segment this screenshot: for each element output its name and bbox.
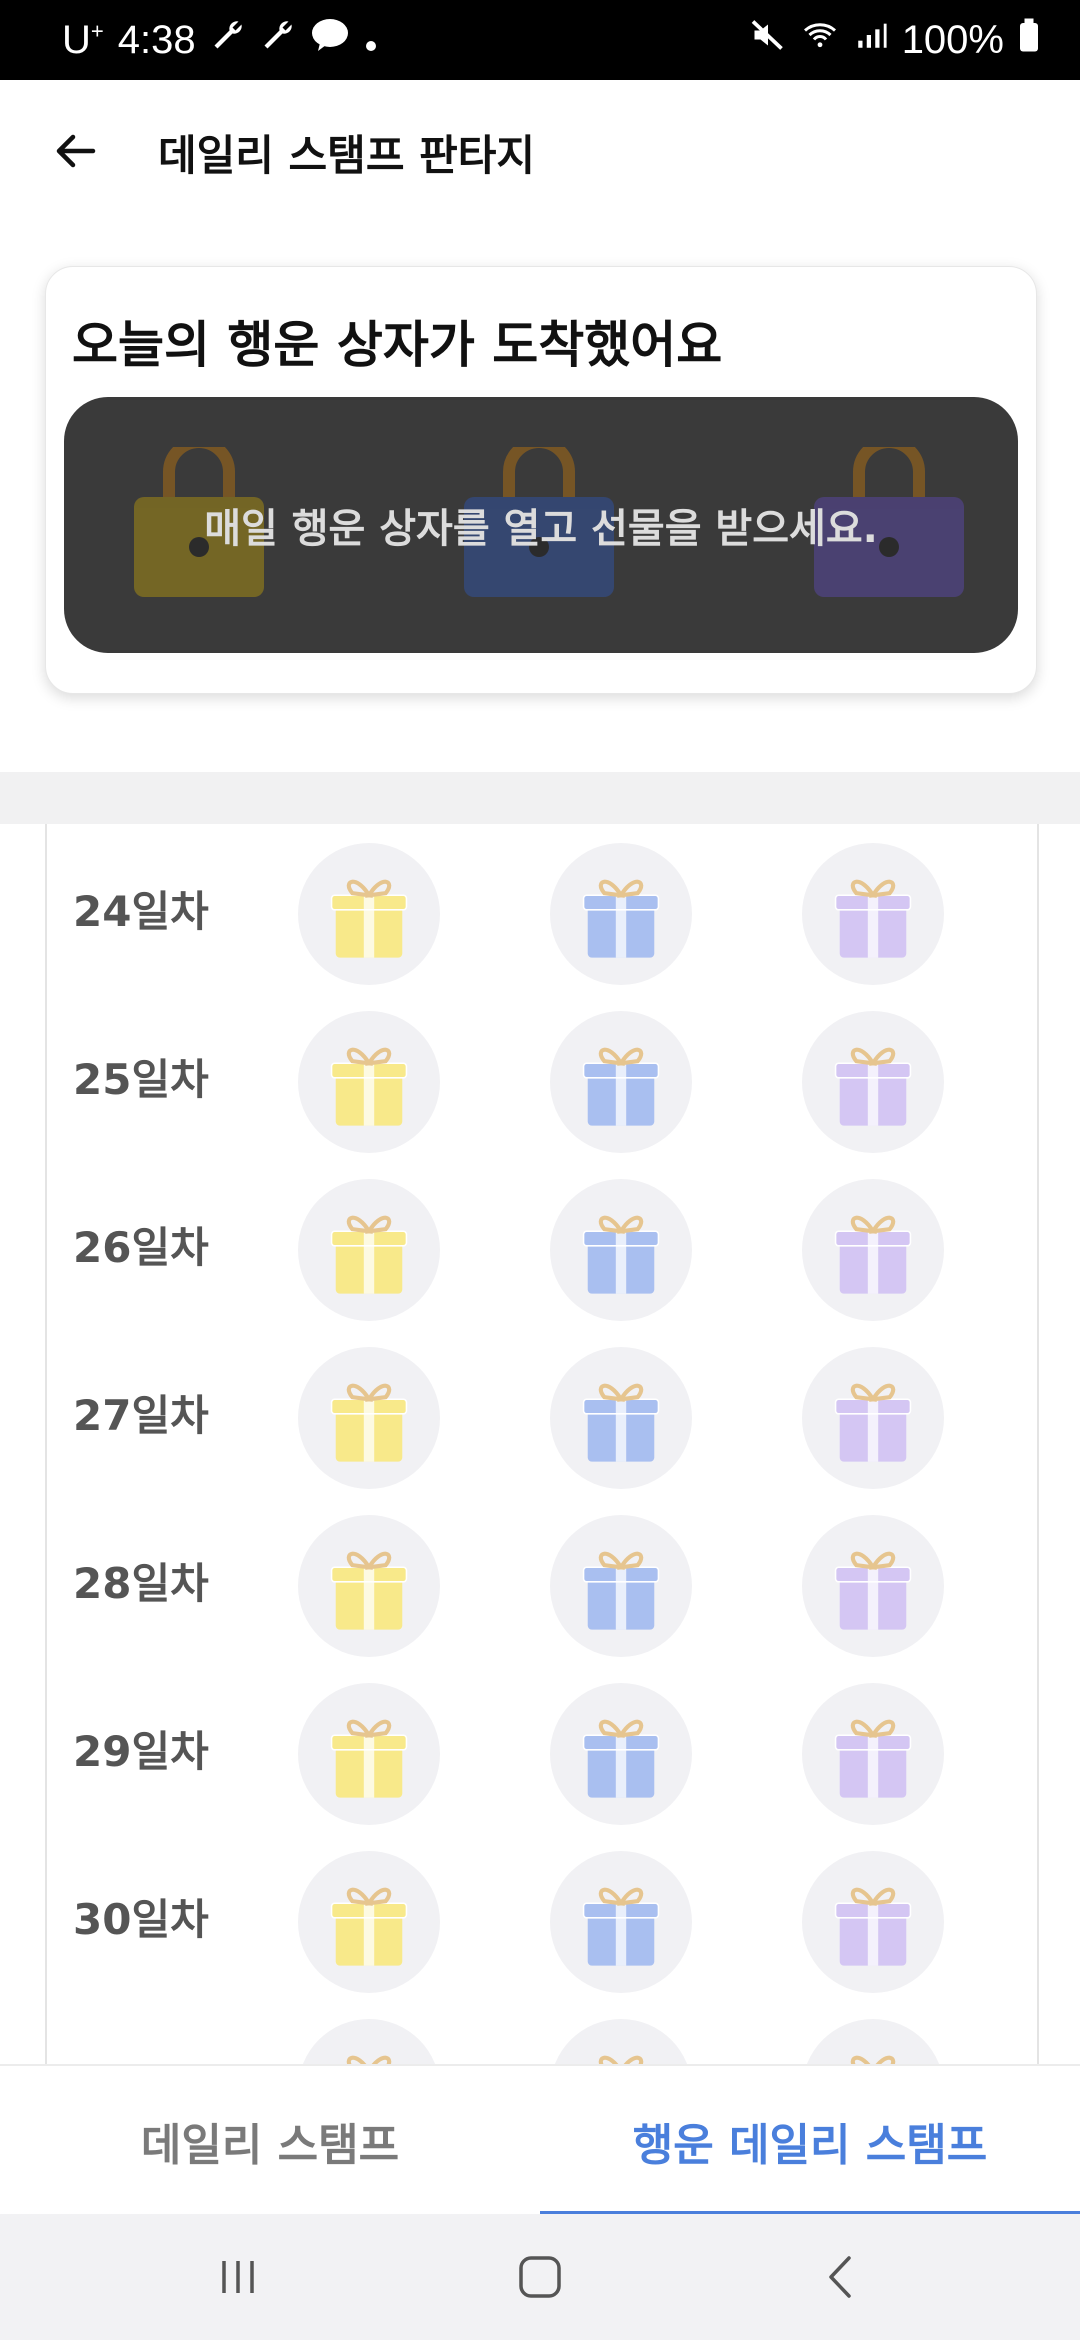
gift-slot-blue[interactable]: [550, 1179, 692, 1321]
day-label: 28일차: [73, 1559, 209, 1608]
gift-slot-purple[interactable]: [802, 1011, 944, 1153]
system-back-button[interactable]: [812, 2247, 872, 2307]
gift-slot-yellow[interactable]: [298, 843, 440, 985]
day-row: [47, 2009, 1037, 2064]
carrier-label: U+: [62, 17, 104, 62]
gift-box-icon: [834, 1719, 912, 1798]
status-bar: U+ 4:38 100%: [0, 0, 1080, 80]
gift-slot-yellow[interactable]: [298, 2019, 440, 2064]
gift-slot-blue[interactable]: [550, 1851, 692, 1993]
day-row: 26일차: [47, 1169, 1037, 1321]
gift-box-icon: [834, 1215, 912, 1294]
app-header: 데일리 스탬프 판타지: [0, 80, 1080, 230]
gift-slot-yellow[interactable]: [298, 1347, 440, 1489]
gift-slot-purple[interactable]: [802, 2019, 944, 2064]
gift-slot-yellow[interactable]: [298, 1179, 440, 1321]
gift-slot-yellow[interactable]: [298, 1515, 440, 1657]
lucky-box-title: 오늘의 행운 상자가 도착했어요: [72, 316, 723, 374]
stamp-calendar: 24일차 25일차 26일차 27일차 28일차 29일차 30일차: [45, 824, 1039, 2064]
section-divider: [0, 772, 1080, 824]
lucky-box-card: 오늘의 행운 상자가 도착했어요 매일 행운 상자를 열고 선물을 받으세요.: [45, 266, 1037, 694]
gift-box-icon: [330, 1215, 408, 1294]
lucky-box-message: 매일 행운 상자를 열고 선물을 받으세요.: [204, 506, 878, 552]
recent-apps-button[interactable]: [208, 2247, 268, 2307]
battery-icon: [1018, 17, 1040, 63]
day-label: 30일차: [73, 1895, 209, 1944]
day-row: 24일차: [47, 833, 1037, 985]
gift-slot-blue[interactable]: [550, 1515, 692, 1657]
wifi-icon: [800, 17, 840, 63]
gift-slot-yellow[interactable]: [298, 1851, 440, 1993]
home-button[interactable]: [510, 2247, 570, 2307]
gift-box-icon: [346, 2055, 392, 2064]
day-label: 26일차: [73, 1223, 209, 1272]
gift-box-icon: [834, 879, 912, 958]
gift-box-icon: [834, 1383, 912, 1462]
gift-box-icon: [330, 1047, 408, 1126]
status-left: U+ 4:38: [62, 0, 378, 80]
day-row: 27일차: [47, 1337, 1037, 1489]
gift-box-icon: [834, 1047, 912, 1126]
gift-box-icon: [582, 1047, 660, 1126]
system-nav-bar: [0, 2214, 1080, 2340]
gift-slot-purple[interactable]: [802, 1515, 944, 1657]
back-button[interactable]: [44, 120, 106, 182]
tab-daily-stamp[interactable]: 데일리 스탬프: [0, 2066, 540, 2216]
gift-box-icon: [330, 1551, 408, 1630]
bottom-tab-bar: 데일리 스탬프 행운 데일리 스탬프: [0, 2064, 1080, 2216]
day-row: 29일차: [47, 1673, 1037, 1825]
recent-apps-icon: [222, 2261, 254, 2293]
gift-slot-yellow[interactable]: [298, 1683, 440, 1825]
day-label: 25일차: [73, 1055, 209, 1104]
gift-box-icon: [582, 1719, 660, 1798]
mute-icon: [750, 17, 786, 63]
status-time: 4:38: [117, 17, 196, 62]
arrow-left-icon: [56, 134, 96, 168]
day-row: 30일차: [47, 1841, 1037, 1993]
gift-slot-blue[interactable]: [550, 1683, 692, 1825]
gift-box-icon: [582, 1887, 660, 1966]
lucky-box-panel[interactable]: 매일 행운 상자를 열고 선물을 받으세요.: [64, 397, 1018, 653]
gift-box-icon: [582, 1551, 660, 1630]
gift-box-icon: [330, 1887, 408, 1966]
gift-box-icon: [330, 1719, 408, 1798]
page-title: 데일리 스탬프 판타지: [158, 131, 536, 180]
wrench-icon: [210, 17, 246, 63]
gift-slot-purple[interactable]: [802, 1851, 944, 1993]
gift-slot-blue[interactable]: [550, 843, 692, 985]
gift-box-icon: [330, 1383, 408, 1462]
signal-icon: [854, 17, 888, 63]
gift-slot-blue[interactable]: [550, 1347, 692, 1489]
wrench-icon: [260, 17, 296, 63]
chat-talk-icon: [310, 17, 350, 63]
chevron-left-icon: [829, 2256, 851, 2298]
gift-slot-purple[interactable]: [802, 1683, 944, 1825]
gift-slot-blue[interactable]: [550, 1011, 692, 1153]
gift-slot-yellow[interactable]: [298, 1011, 440, 1153]
gift-box-icon: [834, 1887, 912, 1966]
battery-label: 100%: [901, 17, 1004, 62]
gift-box-icon: [598, 2055, 644, 2064]
home-icon: [519, 2256, 561, 2298]
day-row: 25일차: [47, 1001, 1037, 1153]
day-label: 29일차: [73, 1727, 209, 1776]
gift-slot-purple[interactable]: [802, 1347, 944, 1489]
gift-box-icon: [330, 879, 408, 958]
gift-box-icon: [582, 1215, 660, 1294]
status-right: 100%: [750, 0, 1040, 80]
gift-slot-purple[interactable]: [802, 843, 944, 985]
gift-box-icon: [582, 879, 660, 958]
gift-slot-blue[interactable]: [550, 2019, 692, 2064]
day-label: 27일차: [73, 1391, 209, 1440]
day-label: 24일차: [73, 887, 209, 936]
notification-dot-icon: [364, 18, 378, 63]
tab-lucky-daily-stamp[interactable]: 행운 데일리 스탬프: [540, 2066, 1080, 2216]
gift-slot-purple[interactable]: [802, 1179, 944, 1321]
gift-box-icon: [850, 2055, 896, 2064]
gift-box-icon: [834, 1551, 912, 1630]
gift-box-icon: [582, 1383, 660, 1462]
day-row: 28일차: [47, 1505, 1037, 1657]
